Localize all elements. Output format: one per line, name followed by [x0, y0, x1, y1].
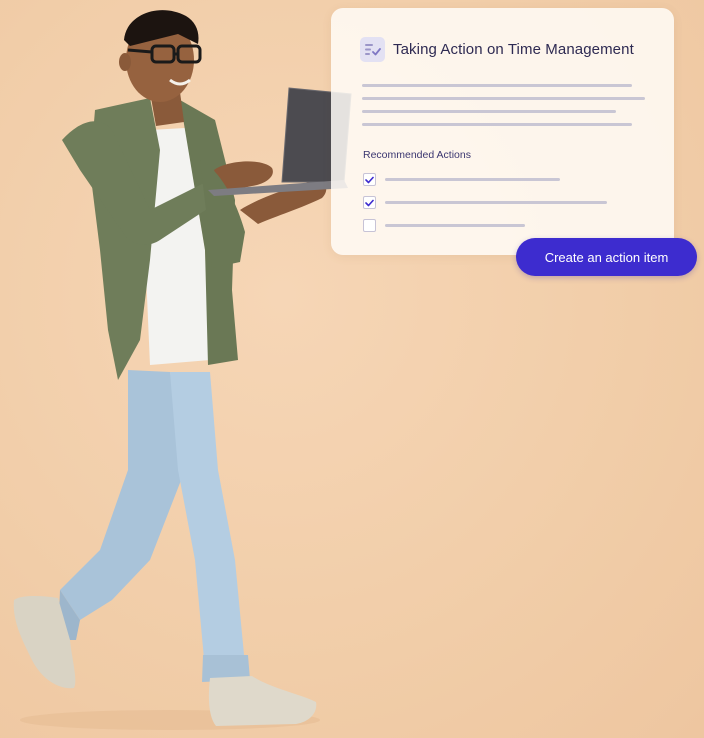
hero-stage: Taking Action on Time Management Recomme… [0, 0, 704, 738]
checkmark-icon [365, 176, 374, 183]
action-checkbox-checked[interactable] [363, 196, 376, 209]
action-plan-card: Taking Action on Time Management Recomme… [331, 8, 674, 255]
action-row-1[interactable] [363, 173, 560, 186]
create-action-item-button[interactable]: Create an action item [516, 238, 697, 276]
action-text-placeholder [385, 224, 525, 227]
card-header: Taking Action on Time Management [360, 37, 634, 62]
placeholder-text-line [362, 123, 632, 126]
action-checkbox-unchecked[interactable] [363, 219, 376, 232]
action-row-3[interactable] [363, 219, 525, 232]
action-row-2[interactable] [363, 196, 607, 209]
card-title: Taking Action on Time Management [393, 41, 634, 58]
checklist-icon [360, 37, 385, 62]
placeholder-text-line [362, 84, 632, 87]
recommended-actions-label: Recommended Actions [363, 149, 471, 161]
action-text-placeholder [385, 178, 560, 181]
checkmark-icon [365, 199, 374, 206]
person-walking-with-laptop-photo [13, 10, 352, 730]
action-checkbox-checked[interactable] [363, 173, 376, 186]
action-text-placeholder [385, 201, 607, 204]
placeholder-text-line [362, 110, 616, 113]
placeholder-text-line [362, 97, 645, 100]
